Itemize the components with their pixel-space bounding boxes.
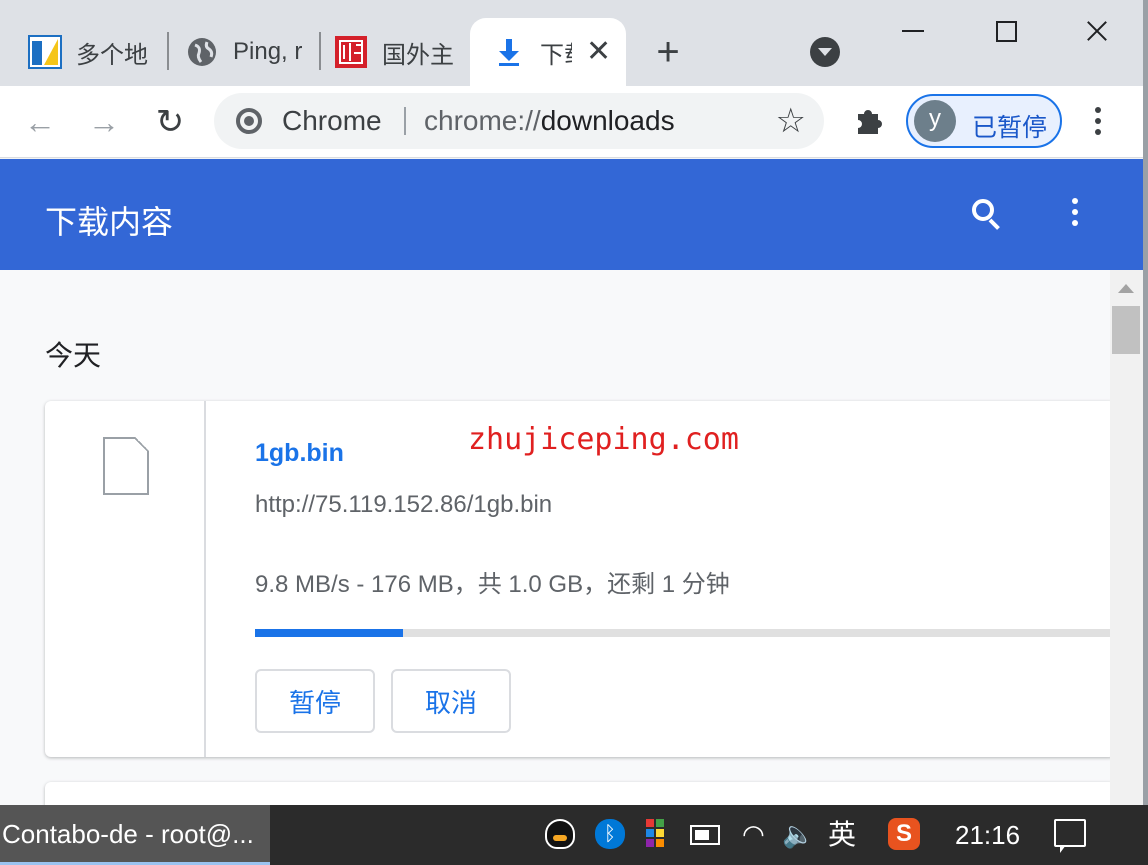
tab-4-active[interactable]: 下载 ✕ [470,18,626,86]
file-name-link[interactable]: 1gb.bin [255,439,344,468]
file-icon [103,437,149,495]
tab-title: 多个地 [76,41,148,69]
cancel-button[interactable]: 取消 [391,669,511,733]
search-icon[interactable] [970,197,1002,230]
arrow-left-icon: ← [24,104,56,140]
maximize-button[interactable] [976,10,1036,54]
date-heading: 今天 [45,340,102,371]
tab-title: 下载 [540,41,572,69]
profile-status-label: 已暂停 [972,114,1048,142]
screen: 多个地 Ping, r 国外主 下载 ✕ [0,0,1148,865]
window-border [1143,0,1148,805]
chrome-icon [236,108,262,134]
bookmark-star-icon[interactable]: ☆ [776,101,806,141]
file-url-link[interactable]: http://75.119.152.86/1gb.bin [255,491,552,519]
minimize-button[interactable] [883,10,943,54]
download-status-text: 9.8 MB/s - 176 MB，共 1.0 GB，还剩 1 分钟 [255,571,730,598]
tab-title: 国外主 [382,41,454,69]
downloads-list: 今天 1gb.bin http://75.119.152.86/1gb.bin … [0,270,1110,805]
file-icon-column [45,401,206,757]
scrollbar[interactable] [1110,270,1143,805]
ime-indicator[interactable]: 英 [828,805,856,865]
scroll-thumb[interactable] [1112,306,1140,354]
address-bar[interactable]: Chrome chrome://downloads ☆ [214,93,824,149]
tab-strip: 多个地 Ping, r 国外主 下载 ✕ [0,0,1148,86]
notification-center-icon[interactable] [1054,819,1086,853]
tab-2[interactable]: Ping, r [157,18,319,86]
arrow-right-icon: → [88,104,120,140]
scroll-up-arrow-icon[interactable] [1118,284,1134,293]
page-title: 下载内容 [45,204,174,240]
download-icon [499,39,519,66]
volume-icon[interactable]: 🔈 [782,819,814,849]
qq-penguin-icon[interactable] [545,819,575,849]
new-tab-button[interactable]: + [648,32,688,72]
close-tab-icon[interactable]: ✕ [586,37,611,67]
close-window-button[interactable] [1066,10,1126,54]
battery-icon[interactable] [690,825,720,845]
site-favicon-icon [28,35,62,69]
tab-search-button[interactable] [810,37,840,67]
toolbar: ← → ↻ Chrome chrome://downloads ☆ y 已暂停 [0,86,1148,158]
wifi-icon[interactable]: ◠ [742,819,772,849]
chrome-menu-icon[interactable] [1086,104,1110,140]
extensions-puzzle-icon[interactable] [852,104,886,138]
download-progress-fill [255,629,403,637]
omnibox-chip: Chrome [282,105,382,136]
reload-icon: ↻ [155,103,185,141]
avatar: y [914,100,956,142]
globe-icon [188,38,216,66]
url-path: downloads [540,105,675,136]
taskbar-window-item[interactable]: Contabo-de - root@... [0,805,270,865]
url-scheme: chrome:// [424,105,541,136]
back-button[interactable]: ← [20,102,60,142]
download-item-card-partial [45,782,1110,805]
pause-button[interactable]: 暂停 [255,669,375,733]
seal-favicon-icon [335,36,367,68]
tab-3[interactable]: 国外主 [306,18,470,86]
reload-button[interactable]: ↻ [150,102,190,142]
url-text[interactable]: chrome://downloads [424,105,675,137]
watermark-text: zhujiceping.com [468,422,739,457]
sogou-input-icon[interactable]: S [888,818,920,850]
more-actions-icon[interactable] [1066,198,1084,234]
tab-1[interactable]: 多个地 [0,18,168,86]
omnibox-divider [404,107,406,135]
taskbar: Contabo-de - root@... ᛒ ◠ 🔈 英 S 21:16 [0,805,1148,865]
forward-button[interactable]: → [84,102,124,142]
profile-button[interactable]: y 已暂停 [906,94,1062,148]
clock[interactable]: 21:16 [955,805,1020,865]
downloads-header: 下载内容 [0,159,1143,270]
color-grid-icon[interactable] [646,819,676,849]
download-progress-bar [255,629,1110,637]
bluetooth-icon[interactable]: ᛒ [595,819,625,849]
tab-title: Ping, r [233,38,303,65]
